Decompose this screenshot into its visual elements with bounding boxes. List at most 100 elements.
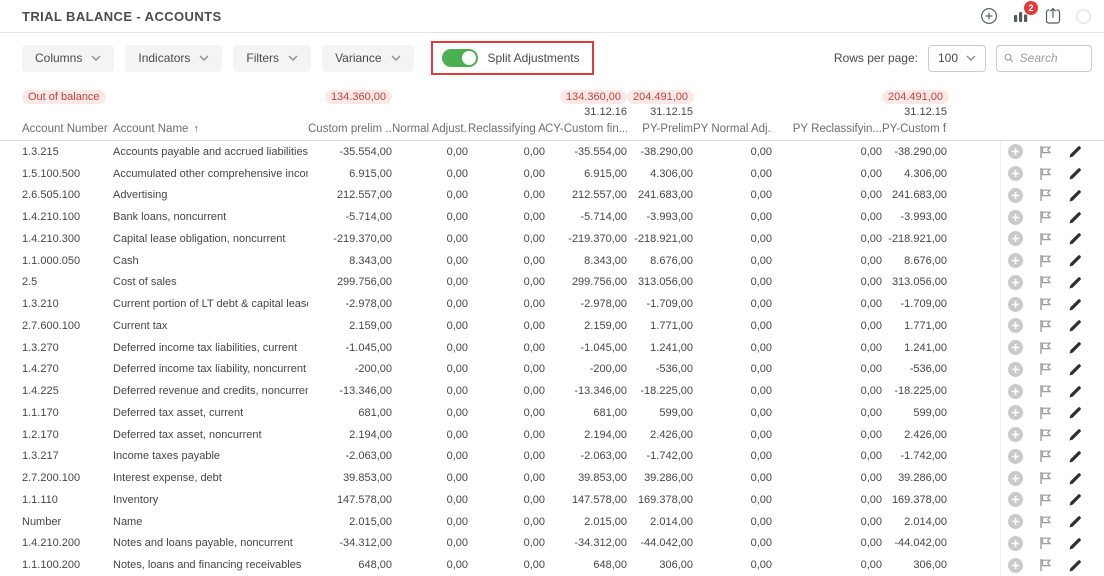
table-row[interactable]: 2.7.200.100 Interest expense, debt 39.85… [0,467,1104,489]
table-row[interactable]: 1.2.170 Deferred tax asset, noncurrent 2… [0,424,1104,446]
edit-pencil-icon[interactable] [1068,318,1083,333]
edit-pencil-icon[interactable] [1068,275,1083,290]
add-adjustment-icon[interactable] [1008,492,1023,507]
add-adjustment-icon[interactable] [1008,231,1023,246]
column-header-normal-adjustment[interactable]: Normal Adjust... [392,123,468,135]
edit-pencil-icon[interactable] [1068,492,1083,507]
flag-icon[interactable] [1039,254,1052,268]
rows-per-page-select[interactable]: 100 [928,45,986,72]
export-icon[interactable] [1044,7,1062,25]
flag-icon[interactable] [1039,275,1052,289]
flag-icon[interactable] [1039,232,1052,246]
add-adjustment-icon[interactable] [1008,514,1023,529]
flag-icon[interactable] [1039,297,1052,311]
edit-pencil-icon[interactable] [1068,514,1083,529]
edit-pencil-icon[interactable] [1068,188,1083,203]
edit-pencil-icon[interactable] [1068,405,1083,420]
column-header-py-reclassifying[interactable]: PY Reclassifyin... [772,123,882,135]
add-adjustment-icon[interactable] [1008,297,1023,312]
add-adjustment-icon[interactable] [1008,340,1023,355]
edit-pencil-icon[interactable] [1068,536,1083,551]
flag-icon[interactable] [1039,188,1052,202]
flag-icon[interactable] [1039,384,1052,398]
column-header-py-prelim[interactable]: PY-Prelim [627,123,693,135]
add-adjustment-icon[interactable] [1008,144,1023,159]
table-row[interactable]: 2.7.600.100 Current tax 2.159,00 0,00 0,… [0,315,1104,337]
columns-add-icon[interactable]: 2 [1011,7,1031,25]
flag-icon[interactable] [1039,167,1052,181]
edit-pencil-icon[interactable] [1068,144,1083,159]
column-header-custom-prelim[interactable]: Custom prelim ... [308,123,392,135]
edit-pencil-icon[interactable] [1068,471,1083,486]
flag-icon[interactable] [1039,428,1052,442]
edit-pencil-icon[interactable] [1068,166,1083,181]
indicators-dropdown-button[interactable]: Indicators [125,45,222,72]
edit-pencil-icon[interactable] [1068,362,1083,377]
add-adjustment-icon[interactable] [1008,253,1023,268]
flag-icon[interactable] [1039,341,1052,355]
table-row[interactable]: 1.3.215 Accounts payable and accrued lia… [0,141,1104,163]
variance-dropdown-button[interactable]: Variance [322,45,413,72]
edit-pencil-icon[interactable] [1068,297,1083,312]
table-row[interactable]: 1.4.225 Deferred revenue and credits, no… [0,380,1104,402]
table-row[interactable]: 1.4.210.300 Capital lease obligation, no… [0,228,1104,250]
table-row[interactable]: 1.3.270 Deferred income tax liabilities,… [0,337,1104,359]
column-header-py-normal-adjustment[interactable]: PY Normal Adj... [693,123,772,135]
add-adjustment-icon[interactable] [1008,427,1023,442]
flag-icon[interactable] [1039,210,1052,224]
add-adjustment-icon[interactable] [1008,558,1023,573]
flag-icon[interactable] [1039,515,1052,529]
add-circle-icon[interactable] [980,7,998,25]
edit-pencil-icon[interactable] [1068,384,1083,399]
add-adjustment-icon[interactable] [1008,210,1023,225]
table-row[interactable]: 1.1.000.050 Cash 8.343,00 0,00 0,00 8.34… [0,250,1104,272]
edit-pencil-icon[interactable] [1068,427,1083,442]
edit-pencil-icon[interactable] [1068,449,1083,464]
flag-icon[interactable] [1039,493,1052,507]
table-row[interactable]: 1.1.170 Deferred tax asset, current 681,… [0,402,1104,424]
search-input[interactable] [1020,51,1084,65]
status-circle-icon[interactable] [1075,8,1092,25]
table-row[interactable]: 1.4.210.200 Notes and loans payable, non… [0,533,1104,555]
add-adjustment-icon[interactable] [1008,536,1023,551]
flag-icon[interactable] [1039,406,1052,420]
table-row[interactable]: 1.4.210.100 Bank loans, noncurrent -5.71… [0,206,1104,228]
table-row[interactable]: 1.1.100.200 Notes, loans and financing r… [0,554,1104,576]
table-row[interactable]: 1.3.217 Income taxes payable -2.063,00 0… [0,446,1104,468]
add-adjustment-icon[interactable] [1008,188,1023,203]
add-adjustment-icon[interactable] [1008,471,1023,486]
add-adjustment-icon[interactable] [1008,449,1023,464]
table-row[interactable]: 1.4.270 Deferred income tax liability, n… [0,359,1104,381]
flag-icon[interactable] [1039,536,1052,550]
filters-dropdown-button[interactable]: Filters [233,45,311,72]
column-header-account-name[interactable]: Account Name↑ [113,123,308,135]
add-adjustment-icon[interactable] [1008,384,1023,399]
column-header-py-custom-final[interactable]: PY-Custom fina... [882,123,947,135]
edit-pencil-icon[interactable] [1068,231,1083,246]
column-header-reclassifying[interactable]: Reclassifying A... [468,123,545,135]
flag-icon[interactable] [1039,471,1052,485]
column-header-cy-custom-final[interactable]: CY-Custom fin... [545,123,627,135]
edit-pencil-icon[interactable] [1068,558,1083,573]
table-row[interactable]: 2.5 Cost of sales 299.756,00 0,00 0,00 2… [0,272,1104,294]
add-adjustment-icon[interactable] [1008,318,1023,333]
edit-pencil-icon[interactable] [1068,340,1083,355]
add-adjustment-icon[interactable] [1008,166,1023,181]
split-adjustments-toggle[interactable] [442,49,478,67]
table-row[interactable]: 1.1.110 Inventory 147.578,00 0,00 0,00 1… [0,489,1104,511]
table-row[interactable]: 2.6.505.100 Advertising 212.557,00 0,00 … [0,185,1104,207]
edit-pencil-icon[interactable] [1068,253,1083,268]
flag-icon[interactable] [1039,362,1052,376]
flag-icon[interactable] [1039,145,1052,159]
flag-icon[interactable] [1039,558,1052,572]
flag-icon[interactable] [1039,449,1052,463]
columns-dropdown-button[interactable]: Columns [22,45,114,72]
column-header-account-number[interactable]: Account Number [0,123,113,135]
add-adjustment-icon[interactable] [1008,405,1023,420]
edit-pencil-icon[interactable] [1068,210,1083,225]
table-row[interactable]: 1.3.210 Current portion of LT debt & cap… [0,293,1104,315]
add-adjustment-icon[interactable] [1008,362,1023,377]
flag-icon[interactable] [1039,319,1052,333]
table-row[interactable]: 1.5.100.500 Accumulated other comprehens… [0,163,1104,185]
table-row[interactable]: Number Name 2.015,00 0,00 0,00 2.015,00 … [0,511,1104,533]
